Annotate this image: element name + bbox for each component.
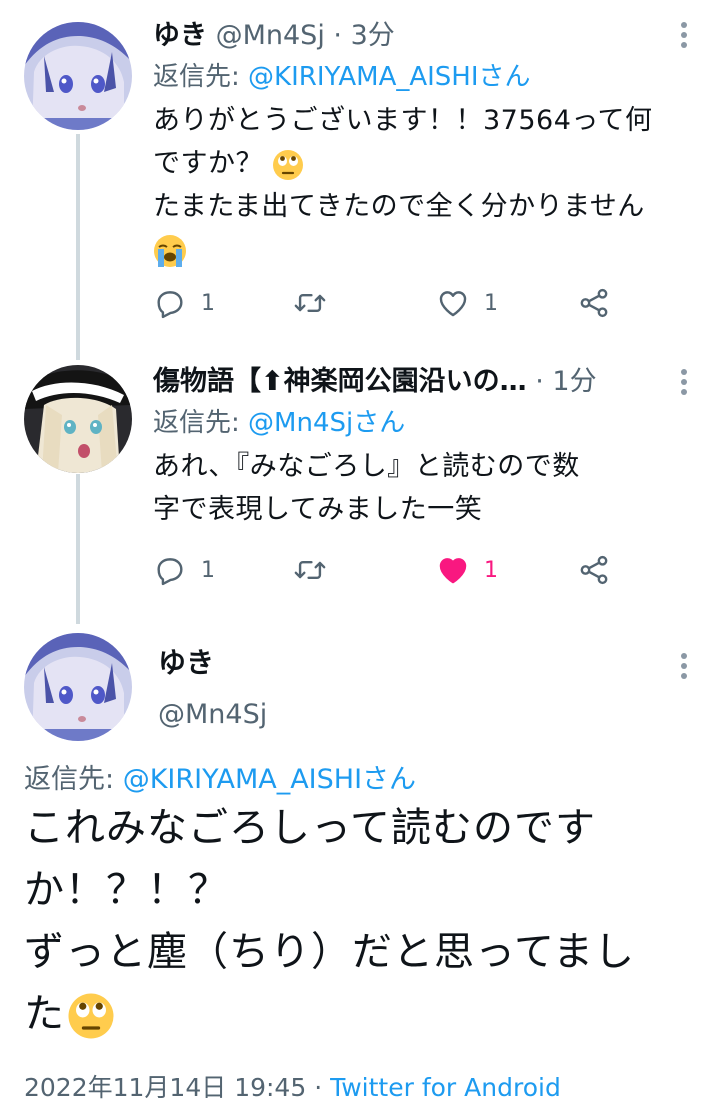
text-line: これみなごろしって読むのです [24, 805, 596, 851]
retweet-icon [294, 294, 326, 312]
tweet-text: ありがとうございます！！37564って何 ですか？ たまたま出てきたので全く分か… [153, 99, 690, 271]
tweet-2[interactable]: 傷物語【⬆神楽岡公園沿いの… · 1分 返信先: @Mn4Sjさん あれ、『みな… [0, 355, 720, 620]
tweet-text: あれ、『みなごろし』と読むので数 字で表現してみました一笑 [153, 445, 690, 531]
reply-count: 1 [201, 557, 215, 583]
reply-to-handle[interactable]: @KIRIYAMA_AISHIさん [248, 62, 531, 92]
source-app[interactable]: Twitter for Android [330, 1073, 561, 1102]
reply-to: 返信先: @KIRIYAMA_AISHIさん [153, 59, 690, 95]
reply-icon [157, 558, 183, 586]
more-icon[interactable] [678, 22, 690, 52]
text-line: あれ、『みなごろし』と読むので数 [153, 451, 580, 482]
tweet-text: これみなごろしって読むのです か！？！？ ずっと塵（ちり）だと思ってまし た [24, 797, 696, 1045]
share-button[interactable] [577, 550, 611, 590]
reply-to-handle[interactable]: @KIRIYAMA_AISHIさん [123, 764, 416, 795]
share-button[interactable] [577, 283, 611, 323]
like-icon [439, 291, 467, 317]
text-line: ですか？ [153, 142, 690, 185]
tweet-header: ゆき @Mn4Sj · 3分 [153, 17, 690, 55]
like-icon [439, 558, 467, 584]
retweet-button[interactable] [293, 550, 327, 590]
reply-count: 1 [201, 290, 215, 316]
author-info: ゆき @Mn4Sj [158, 643, 267, 735]
like-button[interactable]: 1 [436, 550, 498, 590]
reply-to-label: 返信先: [24, 764, 123, 795]
like-button[interactable]: 1 [436, 283, 498, 323]
text-line [153, 228, 690, 271]
more-icon[interactable] [678, 369, 690, 399]
main-tweet[interactable]: ゆき @Mn4Sj 返信先: @KIRIYAMA_AISHIさん これみなごろし… [0, 625, 720, 1108]
handle[interactable]: @Mn4Sj [158, 695, 267, 735]
display-name[interactable]: ゆき [153, 20, 207, 51]
separator-dot: · [306, 1073, 331, 1102]
text-line: ずっと塵（ちり）だと思ってまし [24, 929, 635, 975]
reply-to-handle[interactable]: @Mn4Sjさん [248, 408, 405, 438]
retweet-icon [294, 561, 326, 579]
timestamp[interactable]: 2022年11月14日 19:45 [24, 1073, 306, 1102]
crying-face-emoji [154, 234, 186, 267]
reply-to-label: 返信先: [153, 62, 249, 92]
reply-to: 返信先: @KIRIYAMA_AISHIさん [24, 761, 416, 799]
text-line: ありがとうございます！！37564って何 [153, 105, 653, 136]
handle[interactable]: @Mn4Sj [216, 20, 325, 51]
display-name[interactable]: ゆき [158, 643, 267, 683]
separator-dot: · [535, 366, 544, 397]
tweet-header: 傷物語【⬆神楽岡公園沿いの… · 1分 [153, 363, 690, 401]
timestamp[interactable]: 1分 [552, 366, 596, 397]
avatar[interactable] [24, 365, 132, 473]
reply-icon [157, 291, 183, 319]
tweet-meta: 2022年11月14日 19:45 · Twitter for Android [24, 1068, 561, 1104]
reply-button[interactable]: 1 [153, 550, 215, 590]
text-line: た [24, 983, 696, 1045]
tweet-actions: 1 1 [153, 283, 623, 323]
avatar[interactable] [24, 633, 132, 741]
reply-button[interactable]: 1 [153, 283, 215, 323]
tweet-1[interactable]: ゆき @Mn4Sj · 3分 返信先: @KIRIYAMA_AISHIさん あり… [0, 0, 720, 340]
text-line: 字で表現してみました一笑 [153, 494, 483, 525]
share-icon [580, 555, 608, 585]
rolling-eyes-emoji [273, 149, 304, 180]
reply-to-label: 返信先: [153, 408, 249, 438]
text-line: か！？！？ [24, 867, 229, 913]
display-name[interactable]: 傷物語【⬆神楽岡公園沿いの… [153, 366, 527, 397]
rolling-eyes-emoji [68, 993, 114, 1039]
avatar[interactable] [24, 22, 132, 130]
text-line: たまたま出てきたので全く分かりません [153, 191, 645, 222]
tweet-body: ゆき @Mn4Sj · 3分 返信先: @KIRIYAMA_AISHIさん あり… [153, 17, 690, 271]
timestamp[interactable]: 3分 [351, 20, 395, 51]
like-count: 1 [484, 557, 498, 583]
retweet-button[interactable] [293, 283, 327, 323]
tweet-actions: 1 1 [153, 550, 623, 590]
like-count: 1 [484, 290, 498, 316]
more-icon[interactable] [678, 653, 690, 683]
tweet-body: 傷物語【⬆神楽岡公園沿いの… · 1分 返信先: @Mn4Sjさん あれ、『みな… [153, 363, 690, 531]
reply-to: 返信先: @Mn4Sjさん [153, 405, 690, 441]
separator-dot: · [333, 20, 343, 51]
share-icon [580, 288, 608, 318]
